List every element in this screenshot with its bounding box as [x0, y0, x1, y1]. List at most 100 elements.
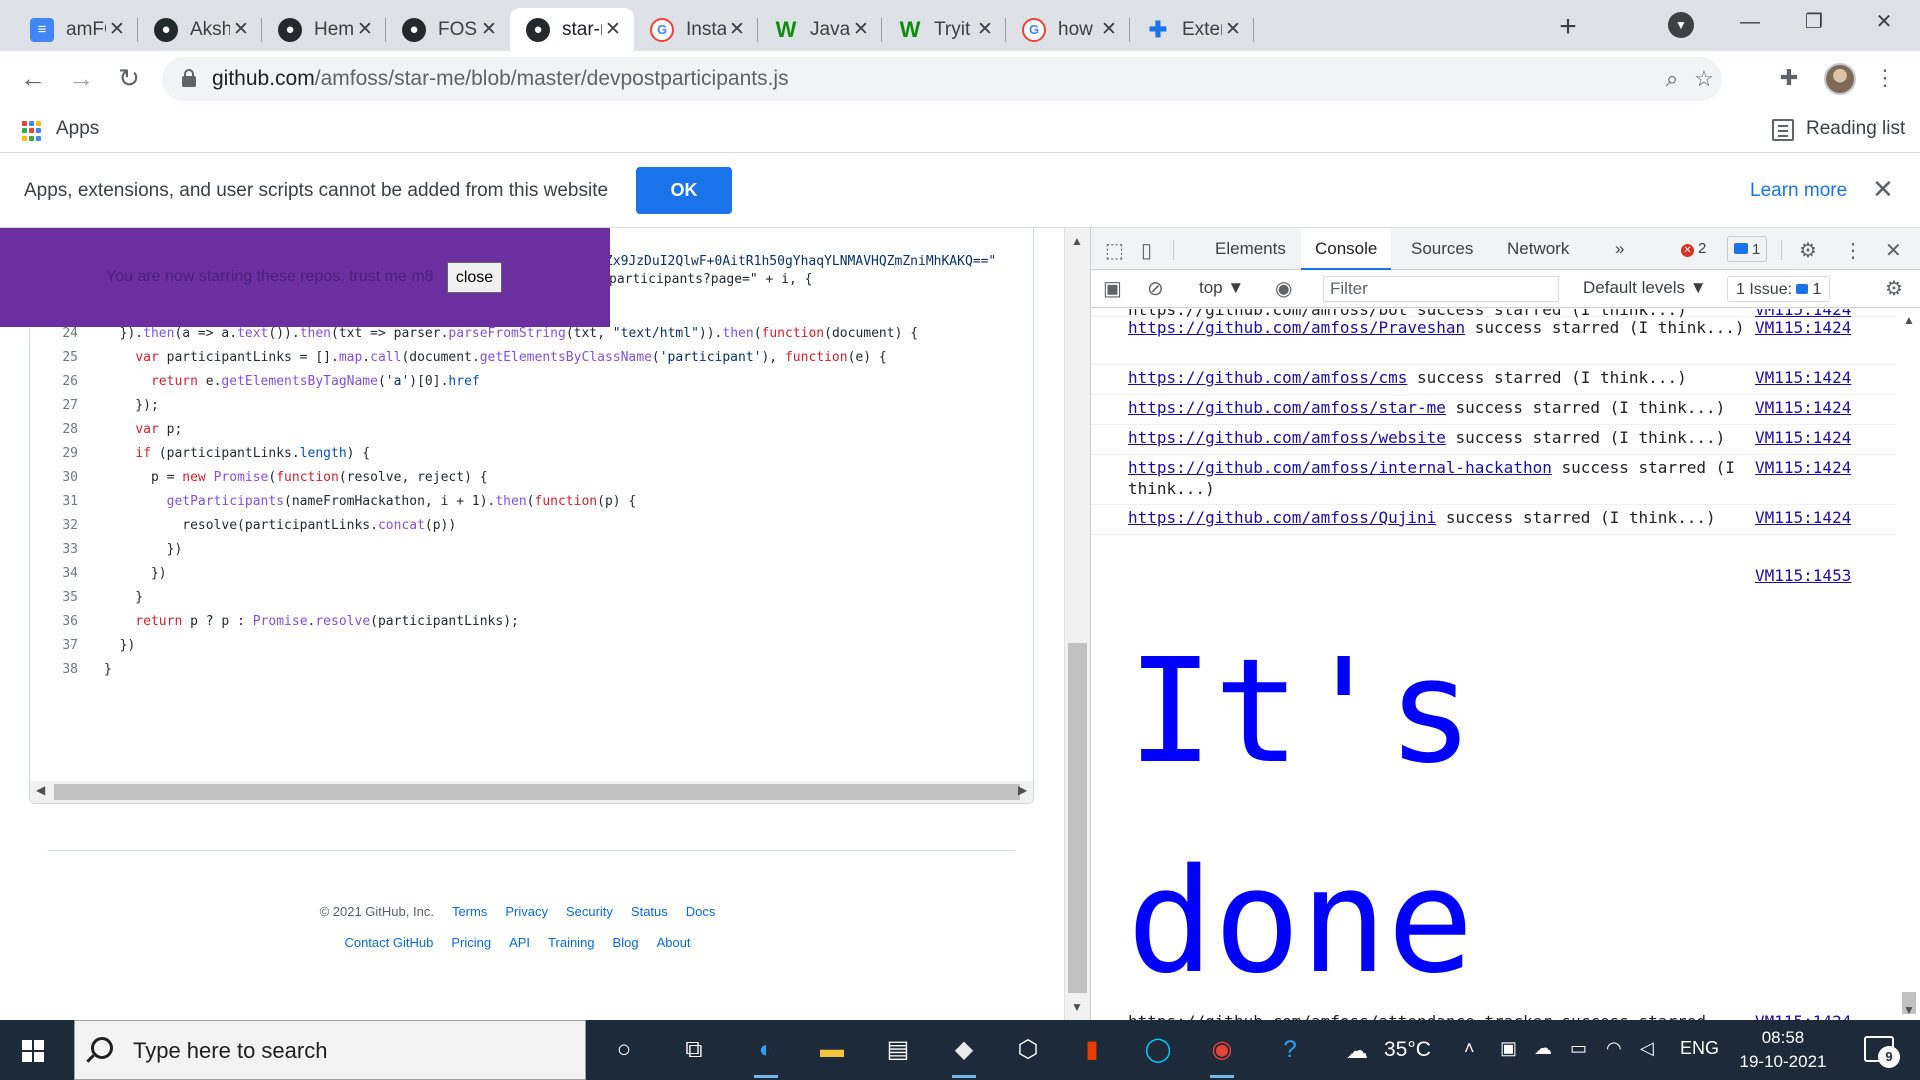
- devtools-tab-sources[interactable]: Sources: [1397, 228, 1487, 270]
- line-number[interactable]: 33: [30, 538, 78, 562]
- tab-close-icon[interactable]: ✕: [106, 18, 128, 41]
- footer-link[interactable]: Status: [631, 904, 668, 919]
- browser-tab[interactable]: ● Hemant✕: [262, 8, 386, 51]
- scroll-up-arrow-icon[interactable]: ▲: [1903, 313, 1915, 327]
- browser-tab[interactable]: ✚ Extensi✕: [1130, 8, 1254, 51]
- file-explorer-icon[interactable]: ▬: [814, 1032, 850, 1068]
- line-number[interactable]: 27: [30, 394, 78, 418]
- repo-link[interactable]: https://github.com/amfoss/Qujini: [1128, 508, 1436, 527]
- infobar-close-icon[interactable]: ✕: [1872, 174, 1894, 205]
- tab-close-icon[interactable]: ✕: [354, 18, 376, 41]
- footer-link[interactable]: Pricing: [451, 935, 491, 950]
- address-bar[interactable]: github.com/amfoss/star-me/blob/master/de…: [162, 57, 1722, 101]
- browser-tab[interactable]: ● Akshat✕: [138, 8, 262, 51]
- console-filter-input[interactable]: Filter: [1323, 276, 1559, 302]
- log-source-link[interactable]: VM115:1424: [1755, 367, 1851, 388]
- dropbox-icon[interactable]: ◆: [946, 1032, 982, 1078]
- office-icon[interactable]: ▮: [1074, 1032, 1110, 1068]
- input-language[interactable]: ENG: [1680, 1038, 1719, 1059]
- store-icon[interactable]: ▤: [880, 1032, 916, 1068]
- browser-tab[interactable]: G Install✕: [634, 8, 758, 51]
- new-tab-button[interactable]: +: [1550, 10, 1586, 46]
- footer-link[interactable]: Contact GitHub: [344, 935, 433, 950]
- reading-list-icon[interactable]: [1772, 119, 1794, 141]
- repo-link[interactable]: https://github.com/amfoss/internal-hacka…: [1128, 458, 1552, 477]
- system-clock[interactable]: 08:58 19-10-2021: [1738, 1026, 1828, 1074]
- devtools-close-icon[interactable]: ✕: [1885, 238, 1902, 263]
- footer-link[interactable]: API: [509, 935, 530, 950]
- tab-close-icon[interactable]: ✕: [1222, 18, 1244, 41]
- alexa-icon[interactable]: ◯: [1140, 1032, 1176, 1068]
- battery-icon[interactable]: ▭: [1570, 1038, 1587, 1059]
- reload-button[interactable]: ↻: [110, 59, 148, 97]
- page-scrollbar-thumb[interactable]: [1068, 643, 1087, 993]
- console-settings-gear-icon[interactable]: ⚙: [1885, 276, 1903, 301]
- repo-link[interactable]: https://github.com/amfoss/star-me: [1128, 398, 1446, 417]
- browser-tab[interactable]: W JavaScr✕: [758, 8, 882, 51]
- browser-tab[interactable]: W Tryit Ed✕: [882, 8, 1006, 51]
- line-number[interactable]: 26: [30, 370, 78, 394]
- tab-close-icon[interactable]: ✕: [974, 18, 996, 41]
- show-hidden-icons[interactable]: ˄: [1464, 1038, 1475, 1059]
- zoom-icon[interactable]: ⌕: [1658, 65, 1686, 93]
- apps-bookmark[interactable]: Apps: [56, 118, 99, 140]
- line-number[interactable]: 30: [30, 466, 78, 490]
- console-scrollbar[interactable]: ▲ ▼: [1897, 309, 1920, 1020]
- tab-search-button[interactable]: ▼: [1668, 12, 1694, 38]
- menu-kebab-icon[interactable]: ⋮: [1870, 63, 1900, 93]
- tab-close-icon[interactable]: ✕: [726, 18, 748, 41]
- error-count-badge[interactable]: ✕ 2: [1675, 236, 1712, 262]
- taskbar-search-box[interactable]: Type here to search: [74, 1020, 586, 1080]
- sidebar-toggle-icon[interactable]: ▣: [1103, 276, 1122, 301]
- scroll-left-arrow-icon[interactable]: ◀: [36, 783, 45, 797]
- line-number[interactable]: 31: [30, 490, 78, 514]
- tab-close-icon[interactable]: ✕: [602, 18, 624, 41]
- footer-link[interactable]: Training: [548, 935, 594, 950]
- scroll-up-arrow-icon[interactable]: ▲: [1071, 234, 1083, 248]
- tab-close-icon[interactable]: ✕: [230, 18, 252, 41]
- live-expression-eye-icon[interactable]: ◉: [1275, 276, 1292, 301]
- line-number[interactable]: 34: [30, 562, 78, 586]
- task-view-icon[interactable]: ⧉: [676, 1032, 712, 1068]
- devtools-tab-network[interactable]: Network: [1493, 228, 1583, 270]
- infobar-ok-button[interactable]: OK: [636, 167, 732, 214]
- extensions-puzzle-icon[interactable]: ✚: [1774, 63, 1804, 93]
- repo-link[interactable]: https://github.com/amfoss/Praveshan: [1128, 318, 1465, 337]
- scroll-right-arrow-icon[interactable]: ▶: [1018, 783, 1027, 797]
- page-vertical-scrollbar[interactable]: ▲ ▼: [1064, 228, 1090, 1020]
- learn-more-link[interactable]: Learn more: [1750, 180, 1847, 202]
- windows-start-icon[interactable]: [22, 1040, 44, 1062]
- close-window-button[interactable]: ✕: [1852, 0, 1916, 44]
- browser-tab[interactable]: Ghow to✕: [1006, 8, 1130, 51]
- onedrive-icon[interactable]: ☁: [1534, 1038, 1552, 1059]
- log-source-link[interactable]: VM115:1424: [1755, 457, 1851, 478]
- tab-close-icon[interactable]: ✕: [850, 18, 872, 41]
- log-source-link[interactable]: VM115:1424: [1755, 507, 1851, 528]
- clear-console-icon[interactable]: ⊘: [1147, 276, 1164, 301]
- line-number[interactable]: 25: [30, 346, 78, 370]
- message-count-badge[interactable]: 1: [1727, 236, 1768, 262]
- chrome-icon[interactable]: ◉: [1204, 1032, 1240, 1078]
- line-number[interactable]: 28: [30, 418, 78, 442]
- line-number[interactable]: 35: [30, 586, 78, 610]
- cortana-icon[interactable]: ○: [606, 1032, 642, 1068]
- line-number[interactable]: 36: [30, 610, 78, 634]
- minimize-button[interactable]: —: [1718, 0, 1782, 44]
- repo-link[interactable]: https://github.com/amfoss/website: [1128, 428, 1446, 447]
- line-number[interactable]: 29: [30, 442, 78, 466]
- log-source-link[interactable]: VM115:1424: [1755, 317, 1851, 338]
- temperature-label[interactable]: 35°C: [1384, 1038, 1431, 1062]
- inspect-element-icon[interactable]: ⬚: [1105, 238, 1124, 263]
- line-number[interactable]: 38: [30, 658, 78, 682]
- notification-center-icon[interactable]: 9: [1864, 1036, 1900, 1068]
- apps-grid-icon[interactable]: [22, 121, 42, 141]
- footer-link[interactable]: Privacy: [505, 904, 548, 919]
- devtools-tab-console[interactable]: Console: [1301, 228, 1392, 270]
- edge-icon[interactable]: ◐: [748, 1032, 784, 1078]
- github-desktop-icon[interactable]: ⬡: [1010, 1032, 1046, 1068]
- scroll-down-arrow-icon[interactable]: ▼: [1903, 1003, 1915, 1017]
- context-selector[interactable]: top ▼: [1199, 278, 1244, 298]
- log-source-link[interactable]: VM115:1424: [1755, 427, 1851, 448]
- line-number[interactable]: 37: [30, 634, 78, 658]
- overlay-close-button[interactable]: close: [447, 262, 502, 293]
